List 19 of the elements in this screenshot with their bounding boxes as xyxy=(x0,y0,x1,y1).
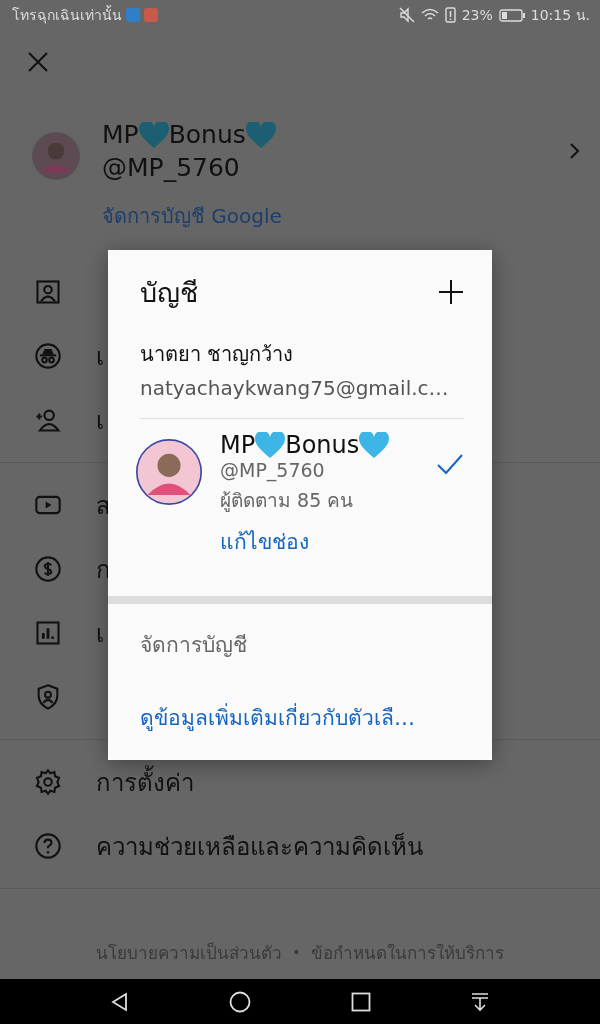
account-name: MP xyxy=(220,431,256,459)
account-name: Bonus xyxy=(168,120,246,149)
manage-accounts-heading: จัดการบัญชี xyxy=(140,632,248,659)
account-email: natyachaykwang75@gmail.c… xyxy=(140,376,450,400)
account-handle: @MP_5760 xyxy=(102,153,241,182)
menu-label: การตั้งค่า xyxy=(96,762,194,802)
follower-count: ผู้ติดตาม 85 คน xyxy=(220,488,355,514)
account-handle: @MP_5760 xyxy=(220,459,326,481)
status-text: โทรฉุกเฉินเท่านั้น xyxy=(12,4,122,26)
dialog-title: บัญชี xyxy=(140,275,198,310)
clock: 10:15 น. xyxy=(530,6,590,25)
account-name: Bonus xyxy=(285,431,360,459)
menu-label: เ xyxy=(96,341,104,373)
battery-percent: 23% xyxy=(461,7,493,23)
menu-label: เ xyxy=(96,405,104,437)
menu-label: ความช่วยเหลือและความคิดเห็น xyxy=(96,831,423,863)
account-name: MP xyxy=(102,120,139,149)
separator-dot: • xyxy=(292,944,301,960)
menu-label: เ xyxy=(96,618,104,650)
